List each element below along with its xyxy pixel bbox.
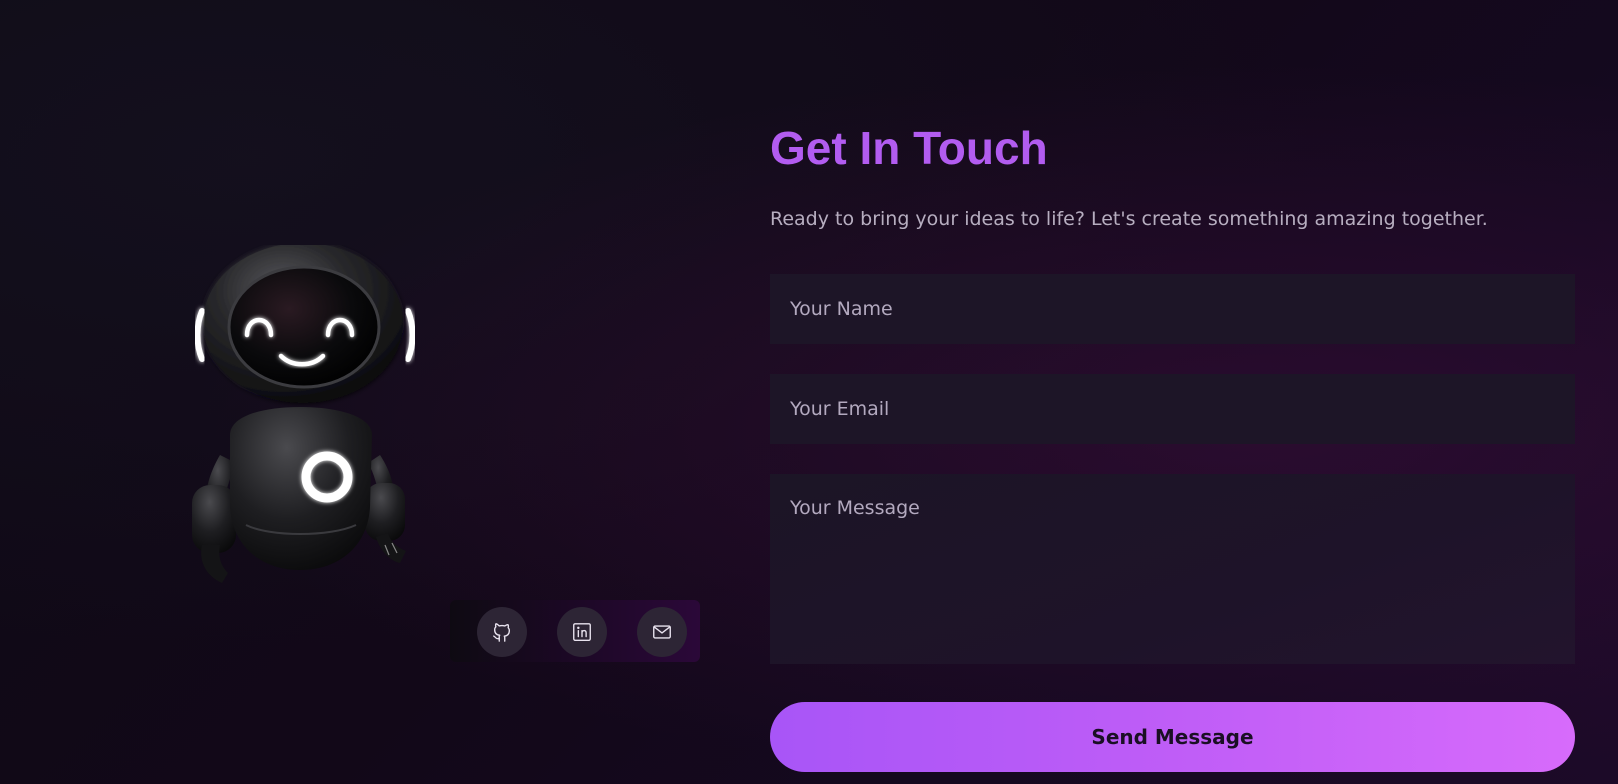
github-icon — [491, 621, 513, 643]
robot-head — [194, 245, 416, 403]
page-title: Get In Touch — [770, 122, 1048, 174]
robot-right-arm — [365, 455, 406, 563]
message-textarea[interactable] — [770, 474, 1575, 664]
mail-icon — [651, 621, 673, 643]
page-subtitle: Ready to bring your ideas to life? Let's… — [770, 208, 1488, 230]
github-link-button[interactable] — [477, 607, 527, 657]
robot-body — [230, 407, 372, 570]
email-input[interactable] — [770, 374, 1575, 444]
send-message-button[interactable]: Send Message — [770, 702, 1575, 772]
robot-mascot-illustration — [180, 245, 430, 605]
robot-left-arm — [192, 455, 236, 583]
linkedin-link-button[interactable] — [557, 607, 607, 657]
name-input[interactable] — [770, 274, 1575, 344]
linkedin-icon — [571, 621, 593, 643]
email-link-button[interactable] — [637, 607, 687, 657]
social-links-dock — [450, 600, 700, 662]
